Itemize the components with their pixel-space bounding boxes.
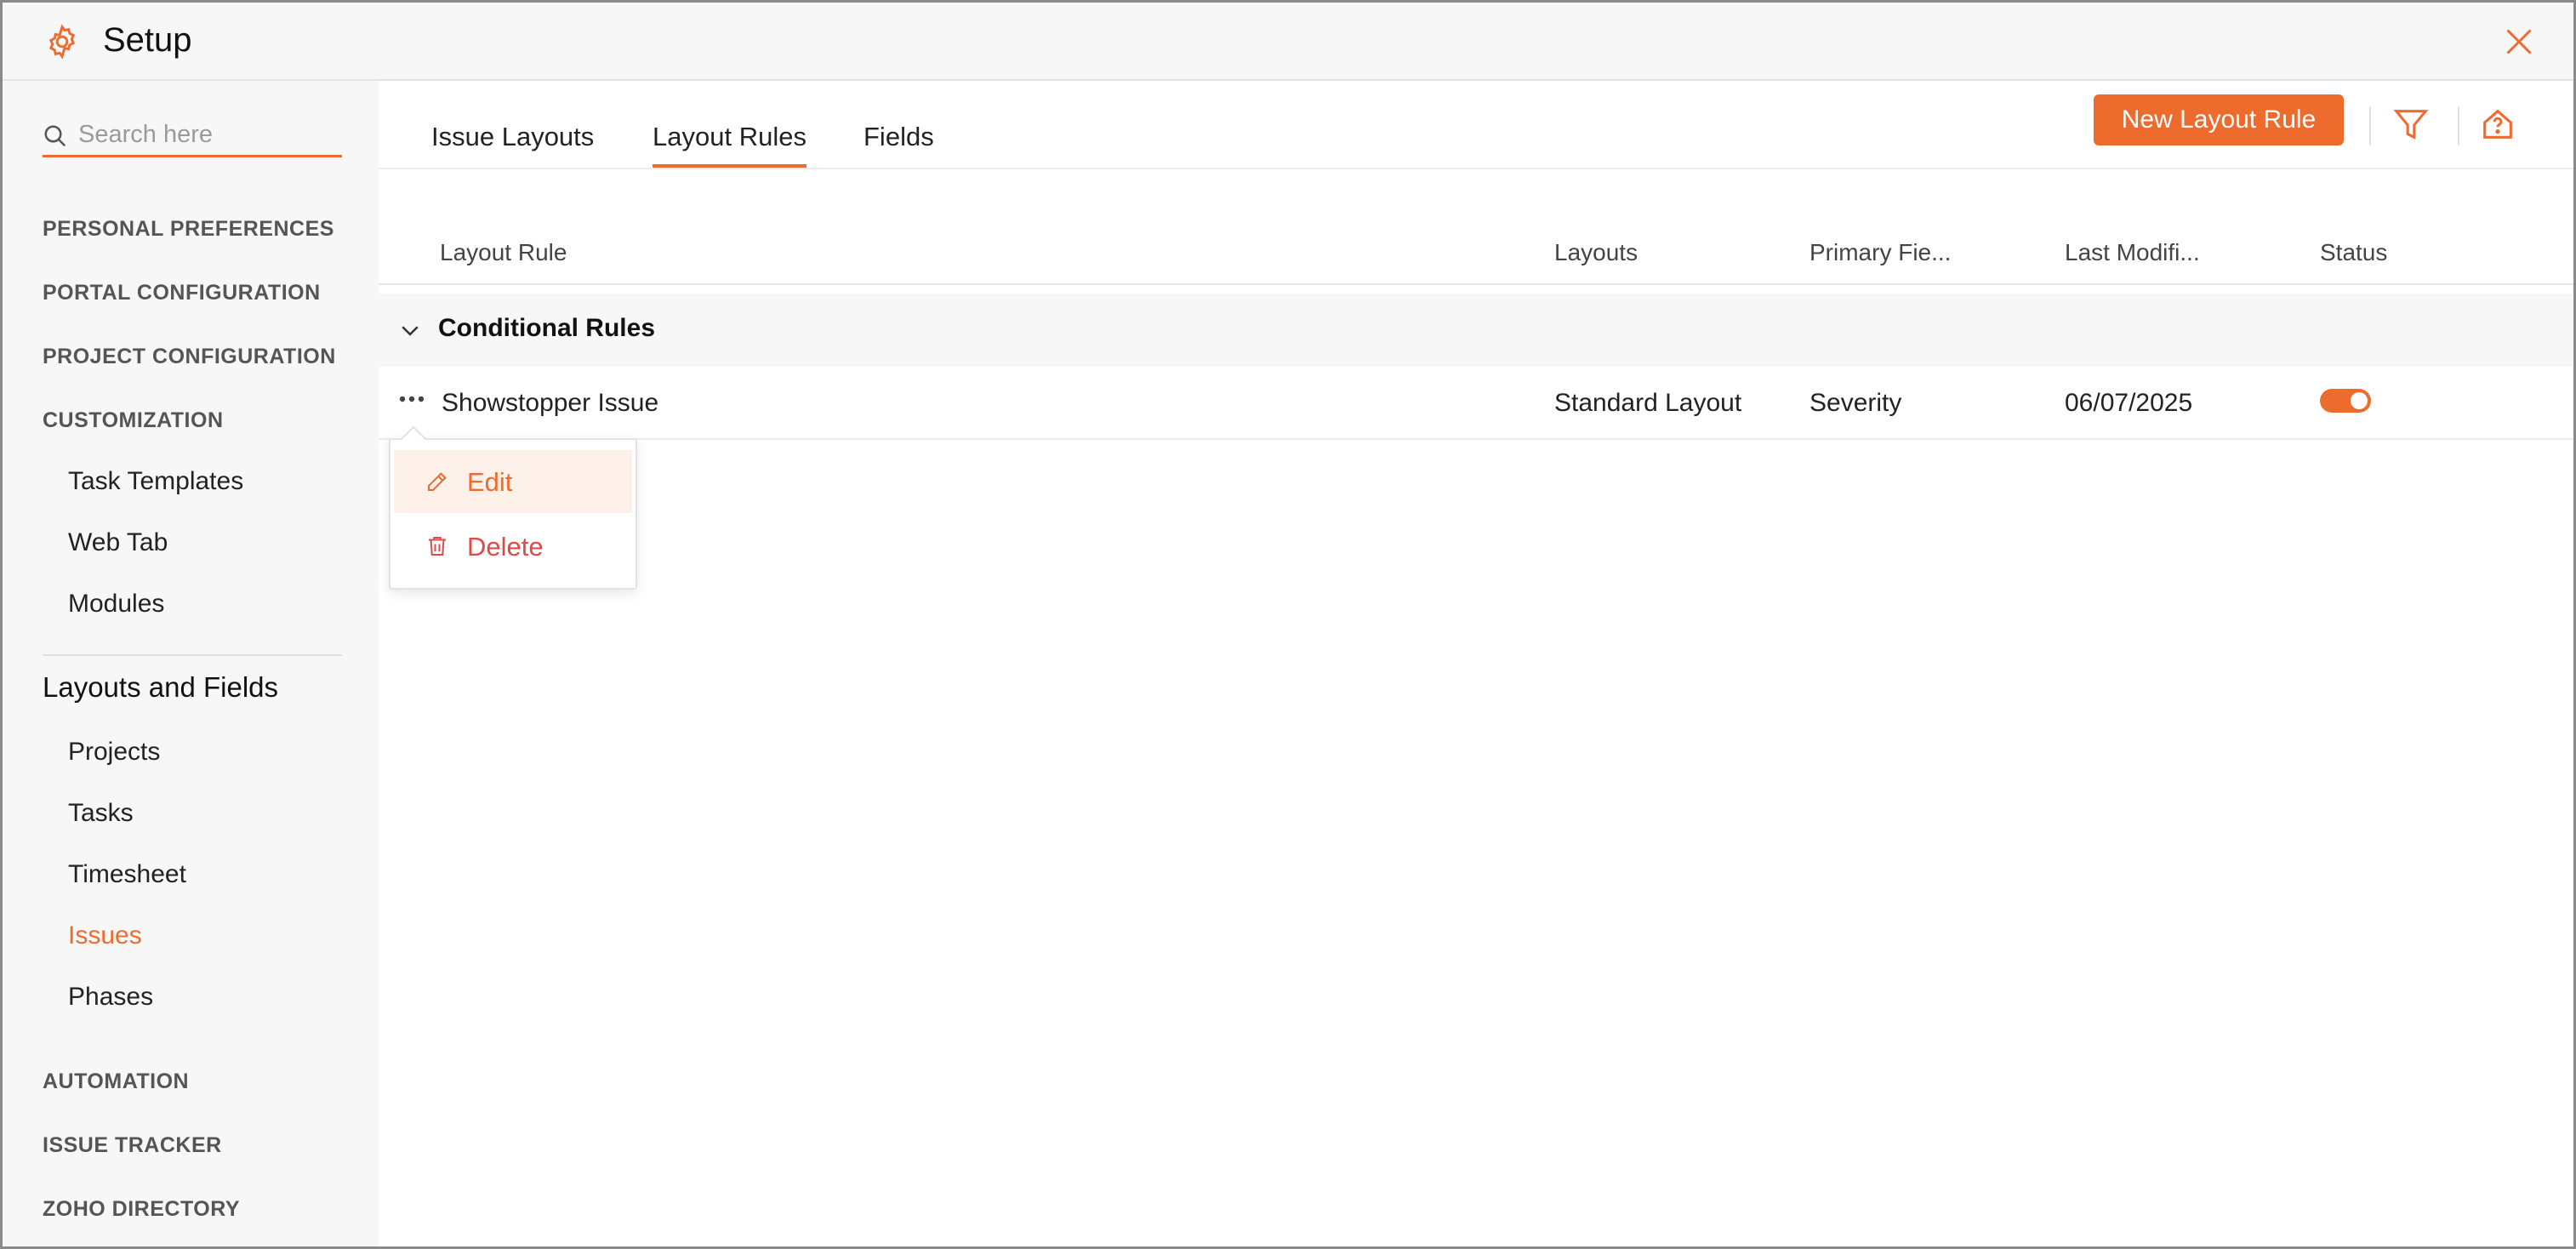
close-icon[interactable] (2504, 26, 2534, 57)
tab-fields[interactable]: Fields (863, 122, 934, 164)
pencil-icon (428, 472, 447, 491)
column-primary-field[interactable]: Primary Fie... (1809, 239, 1951, 266)
sidebar-section-personal-preferences[interactable]: PERSONAL PREFERENCES (43, 217, 334, 242)
column-status[interactable]: Status (2320, 239, 2387, 266)
sidebar-section-project-configuration[interactable]: PROJECT CONFIGURATION (43, 345, 336, 369)
sidebar-item-modules[interactable]: Modules (68, 590, 164, 619)
toggle-knob (2351, 392, 2368, 409)
toolbar-separator (2369, 106, 2371, 145)
table-header: Layout Rule Layouts Primary Fie... Last … (379, 234, 2573, 285)
column-layouts[interactable]: Layouts (1554, 239, 1638, 266)
gear-icon (48, 24, 76, 60)
sidebar-item-task-templates[interactable]: Task Templates (68, 467, 243, 496)
sidebar-section-customization[interactable]: CUSTOMIZATION (43, 408, 224, 433)
sidebar-divider (43, 654, 342, 656)
sidebar-section-issue-tracker[interactable]: ISSUE TRACKER (43, 1133, 222, 1158)
sidebar-item-tasks[interactable]: Tasks (68, 799, 134, 828)
menu-item-delete[interactable]: Delete (394, 515, 632, 578)
sidebar: PERSONAL PREFERENCES PORTAL CONFIGURATIO… (3, 81, 379, 1246)
new-layout-rule-button[interactable]: New Layout Rule (2094, 94, 2344, 145)
sidebar-item-projects[interactable]: Projects (68, 738, 160, 767)
row-context-menu: Edit Delete (389, 438, 637, 590)
tab-bar: Issue Layouts Layout Rules Fields New La… (379, 81, 2573, 169)
status-toggle[interactable] (2320, 389, 2371, 413)
cell-layouts: Standard Layout (1554, 389, 1742, 417)
search-input[interactable] (78, 117, 333, 152)
trash-icon (429, 537, 446, 556)
sidebar-group-layouts-and-fields: Layouts and Fields (43, 671, 279, 703)
sidebar-search (43, 113, 342, 157)
sidebar-section-automation[interactable]: AUTOMATION (43, 1069, 189, 1094)
column-layout-rule[interactable]: Layout Rule (440, 239, 567, 266)
sidebar-section-portal-configuration[interactable]: PORTAL CONFIGURATION (43, 281, 321, 305)
setup-window: Setup PERSONAL PREFERENCES PORTAL CONFIG… (0, 0, 2576, 1249)
group-row-conditional-rules[interactable]: Conditional Rules (379, 294, 2573, 367)
cell-last-modified: 06/07/2025 (2065, 389, 2193, 417)
cell-primary-field: Severity (1809, 389, 1902, 417)
sidebar-item-issues[interactable]: Issues (68, 921, 142, 950)
window-title: Setup (103, 21, 192, 59)
search-icon (44, 125, 66, 147)
table-row[interactable]: Showstopper Issue Standard Layout Severi… (379, 367, 2573, 440)
tab-issue-layouts[interactable]: Issue Layouts (431, 122, 594, 164)
toolbar-separator (2458, 106, 2459, 145)
menu-item-edit[interactable]: Edit (394, 450, 632, 513)
sidebar-item-timesheet[interactable]: Timesheet (68, 860, 186, 889)
main-panel: Issue Layouts Layout Rules Fields New La… (379, 81, 2573, 1246)
sidebar-item-phases[interactable]: Phases (68, 983, 153, 1012)
sidebar-section-zoho-directory[interactable]: ZOHO DIRECTORY (43, 1197, 240, 1222)
menu-item-edit-label: Edit (467, 467, 513, 497)
menu-item-delete-label: Delete (467, 532, 544, 562)
tab-layout-rules[interactable]: Layout Rules (653, 122, 806, 168)
group-label: Conditional Rules (438, 314, 655, 342)
column-last-modified[interactable]: Last Modifi... (2065, 239, 2200, 266)
filter-icon[interactable] (2391, 105, 2431, 144)
cell-layout-rule[interactable]: Showstopper Issue (442, 389, 658, 418)
title-bar: Setup (3, 3, 2573, 81)
help-icon[interactable] (2478, 105, 2517, 144)
more-options-icon[interactable] (397, 391, 426, 408)
chevron-down-icon[interactable] (397, 317, 423, 343)
sidebar-item-web-tab[interactable]: Web Tab (68, 528, 168, 557)
